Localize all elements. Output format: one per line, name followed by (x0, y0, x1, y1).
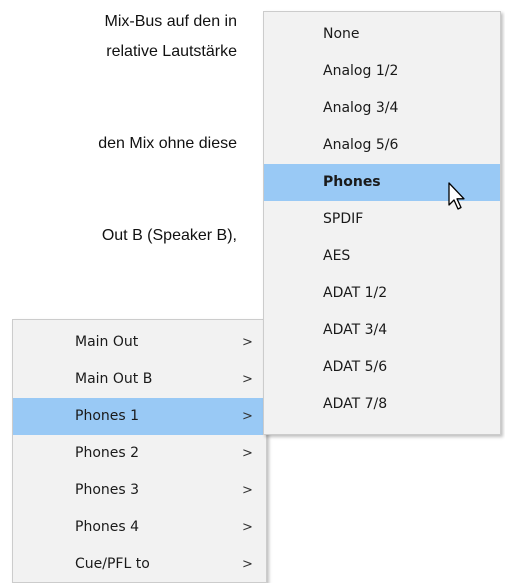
channel-output-context-menu: Main Out > Main Out B > Phones 1 > Phone… (12, 319, 267, 583)
menu-item-label: Main Out (75, 334, 139, 350)
menu-item-main-out-b[interactable]: Main Out B > (13, 361, 266, 398)
chevron-right-icon: > (242, 409, 253, 424)
menu-item-cue-pfl-to[interactable]: Cue/PFL to > (13, 546, 266, 583)
menu-item-label: ADAT 3/4 (323, 322, 388, 338)
chevron-right-icon: > (242, 483, 253, 498)
menu-item-aes[interactable]: AES (264, 238, 500, 275)
output-destination-submenu: None Analog 1/2 Analog 3/4 Analog 5/6 Ph… (263, 11, 501, 435)
menu-item-analog-1-2[interactable]: Analog 1/2 (264, 53, 500, 90)
menu-item-adat-7-8[interactable]: ADAT 7/8 (264, 386, 500, 423)
chevron-right-icon: > (242, 372, 253, 387)
menu-item-analog-5-6[interactable]: Analog 5/6 (264, 127, 500, 164)
menu-item-label: Phones (323, 174, 381, 190)
menu-item-phones-3[interactable]: Phones 3 > (13, 472, 266, 509)
chevron-right-icon: > (242, 520, 253, 535)
menu-item-label: Cue/PFL to (75, 556, 150, 572)
menu-item-phones-4[interactable]: Phones 4 > (13, 509, 266, 546)
menu-item-label: Main Out B (75, 371, 153, 387)
menu-item-label: None (323, 26, 360, 42)
menu-item-label: Analog 1/2 (323, 63, 399, 79)
chevron-right-icon: > (242, 446, 253, 461)
document-text-line: Mix-Bus auf den in (104, 13, 237, 30)
menu-item-main-out[interactable]: Main Out > (13, 324, 266, 361)
menu-item-phones-1[interactable]: Phones 1 > (13, 398, 266, 435)
document-text-line: relative Lautstärke (106, 43, 237, 60)
chevron-right-icon: > (242, 335, 253, 350)
menu-item-label: ADAT 7/8 (323, 396, 388, 412)
menu-item-label: Phones 1 (75, 408, 140, 424)
menu-item-adat-3-4[interactable]: ADAT 3/4 (264, 312, 500, 349)
menu-item-label: AES (323, 248, 351, 264)
menu-item-analog-3-4[interactable]: Analog 3/4 (264, 90, 500, 127)
menu-item-label: ADAT 1/2 (323, 285, 388, 301)
menu-item-label: Phones 3 (75, 482, 140, 498)
menu-item-label: SPDIF (323, 211, 364, 227)
menu-item-label: Phones 2 (75, 445, 140, 461)
arrow-cursor-icon (448, 182, 465, 210)
chevron-right-icon: > (242, 557, 253, 572)
menu-item-label: Analog 3/4 (323, 100, 399, 116)
menu-item-adat-1-2[interactable]: ADAT 1/2 (264, 275, 500, 312)
menu-item-label: Analog 5/6 (323, 137, 399, 153)
menu-item-label: Phones 4 (75, 519, 140, 535)
document-text-line: Out B (Speaker B), (101, 227, 237, 244)
document-text-line: den Mix ohne diese (98, 135, 237, 152)
menu-item-adat-5-6[interactable]: ADAT 5/6 (264, 349, 500, 386)
menu-item-phones-2[interactable]: Phones 2 > (13, 435, 266, 472)
menu-item-label: ADAT 5/6 (323, 359, 388, 375)
menu-item-none[interactable]: None (264, 16, 500, 53)
